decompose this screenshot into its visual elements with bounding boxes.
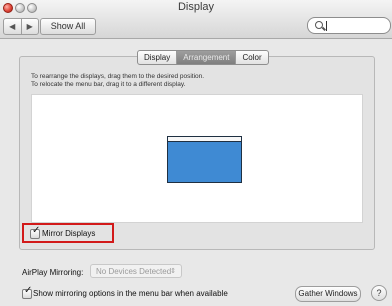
- show-mirroring-options-label: Show mirroring options in the menu bar w…: [33, 289, 228, 298]
- search-icon: [315, 21, 323, 29]
- airplay-mirroring-label: AirPlay Mirroring:: [22, 268, 84, 277]
- rearrange-instruction: To rearrange the displays, drag them to …: [31, 73, 205, 80]
- search-field[interactable]: [307, 17, 391, 34]
- tab-arrangement[interactable]: Arrangement: [176, 51, 236, 64]
- show-mirroring-options-checkbox[interactable]: ✓: [22, 285, 33, 299]
- preference-tabs: Display Arrangement Color: [137, 50, 269, 65]
- checkmark-icon: ✓: [32, 225, 41, 236]
- title-bar: Display ◀ ▶ Show All: [0, 0, 392, 39]
- mirror-displays-checkbox[interactable]: ✓: [30, 225, 41, 239]
- airplay-device-select[interactable]: No Devices Detected ⇕: [90, 264, 182, 278]
- back-arrow-icon[interactable]: ◀: [4, 19, 21, 34]
- show-all-button[interactable]: Show All: [40, 18, 96, 35]
- airplay-selected-value: No Devices Detected: [96, 267, 172, 276]
- display-arrangement-area: [31, 94, 363, 223]
- mirror-displays-label: Mirror Displays: [42, 229, 96, 238]
- back-forward-group: ◀ ▶: [3, 18, 39, 35]
- tab-display[interactable]: Display: [138, 51, 176, 64]
- tab-color[interactable]: Color: [235, 51, 267, 64]
- help-button[interactable]: ?: [371, 285, 387, 301]
- menubar-instruction: To relocate the menu bar, drag it to a d…: [31, 81, 186, 88]
- gather-windows-button[interactable]: Gather Windows: [295, 286, 361, 302]
- display-preferences-window: Display ◀ ▶ Show All Display Arrangement…: [0, 0, 392, 306]
- display-thumbnail[interactable]: [167, 136, 242, 183]
- forward-arrow-icon[interactable]: ▶: [20, 19, 39, 34]
- select-arrows-icon: ⇕: [170, 268, 176, 275]
- checkmark-icon: ✓: [24, 285, 33, 296]
- window-title: Display: [177, 1, 215, 13]
- text-cursor: [326, 21, 327, 31]
- menu-bar-indicator[interactable]: [168, 137, 241, 142]
